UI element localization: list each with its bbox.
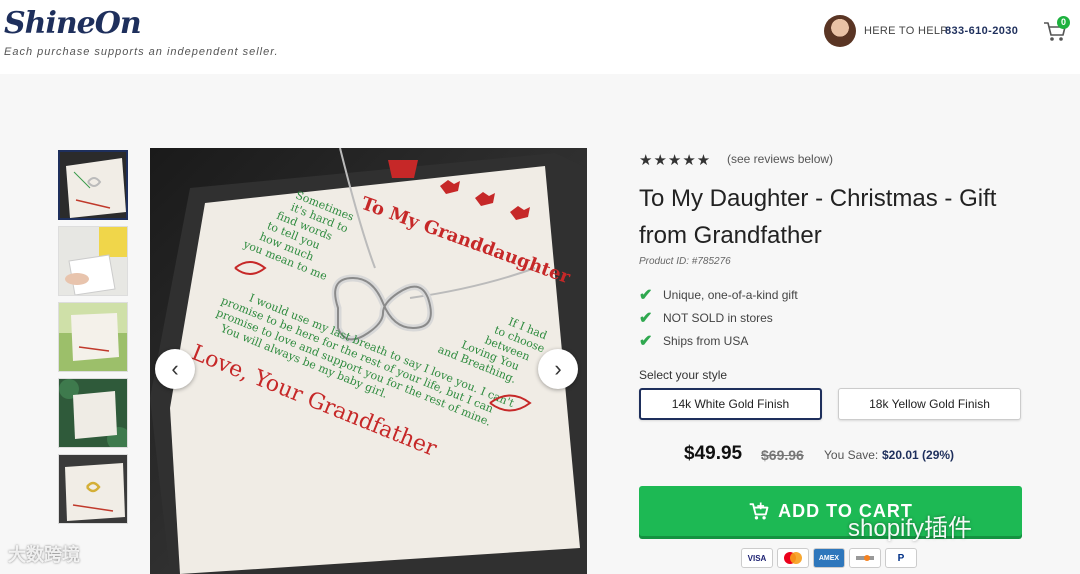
leaves-thumbnail-image [59, 379, 127, 447]
checkmark-icon: ✔ [639, 310, 653, 327]
rating-stars-icon: ★★★★★ [639, 152, 712, 169]
cart-count-badge: 0 [1057, 16, 1070, 29]
gold-thumbnail-image [59, 455, 127, 523]
feature-text: Unique, one-of-a-kind gift [663, 288, 798, 302]
feature-text: Ships from USA [663, 334, 749, 348]
current-price: $49.95 [684, 443, 743, 464]
help-label: HERE TO HELP [864, 25, 948, 37]
necklace-card-illustration: To My Granddaughter Sometimes it's hard … [150, 148, 587, 574]
feature-text: NOT SOLD in stores [663, 311, 773, 325]
paypal-icon: P [885, 548, 917, 568]
shineon-logo[interactable]: ShineOn [4, 6, 142, 41]
amex-icon: AMEX [813, 548, 845, 568]
thumbnail-2[interactable] [58, 226, 128, 296]
visa-icon: VISA [741, 548, 773, 568]
product-id: Product ID: #785276 [639, 256, 731, 267]
discover-icon [849, 548, 881, 568]
garden-thumbnail-image [59, 303, 127, 371]
help-phone-link[interactable]: 833-610-2030 [945, 25, 1018, 37]
main-product-image: To My Granddaughter Sometimes it's hard … [150, 148, 587, 574]
reviews-link[interactable]: (see reviews below) [727, 152, 833, 166]
thumbnail-1[interactable] [58, 150, 128, 220]
thumbnail-5[interactable] [58, 454, 128, 524]
feature-item: ✔ Unique, one-of-a-kind gift [639, 285, 798, 305]
feature-item: ✔ Ships from USA [639, 331, 748, 351]
savings-label: You Save: [824, 448, 879, 462]
add-cart-icon [749, 502, 769, 520]
product-title: To My Daughter - Christmas - Gift from G… [639, 185, 997, 249]
checkmark-icon: ✔ [639, 333, 653, 350]
thumbnail-4[interactable] [58, 378, 128, 448]
thumbnail-3[interactable] [58, 302, 128, 372]
checkmark-icon: ✔ [639, 287, 653, 304]
watermark-right: shopify插件 [848, 515, 973, 542]
hand-box-thumbnail-image [59, 227, 127, 295]
support-avatar [824, 15, 856, 47]
savings-amount: $20.01 (29%) [882, 448, 955, 462]
style-option-white-gold[interactable]: 14k White Gold Finish [639, 388, 822, 420]
style-label: Select your style [639, 368, 728, 382]
mastercard-icon [777, 548, 809, 568]
watermark-left: 大数跨境 [8, 545, 80, 565]
feature-item: ✔ NOT SOLD in stores [639, 308, 773, 328]
gallery-prev-button[interactable]: ‹ [155, 349, 195, 389]
site-header: ShineOn Each purchase supports an indepe… [0, 0, 1080, 74]
style-option-yellow-gold[interactable]: 18k Yellow Gold Finish [838, 388, 1021, 420]
tagline: Each purchase supports an independent se… [4, 46, 279, 58]
gallery-next-button[interactable]: › [538, 349, 578, 389]
card-thumbnail-image [60, 152, 126, 218]
original-price: $69.96 [761, 447, 804, 463]
